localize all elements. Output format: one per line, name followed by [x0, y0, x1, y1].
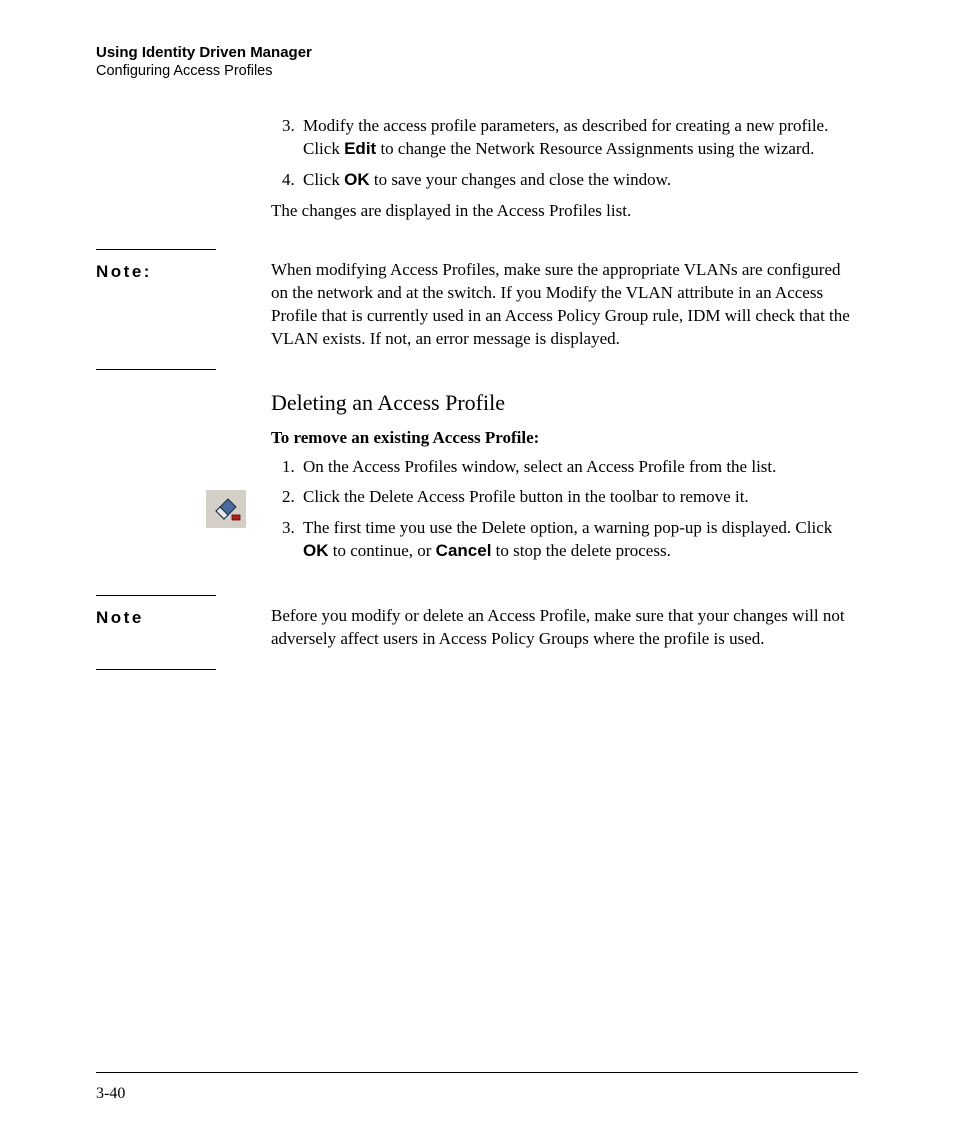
note-rule-row [96, 357, 858, 370]
delete-steps: On the Access Profiles window, select an… [271, 456, 858, 479]
page-number: 3-40 [96, 1085, 125, 1103]
steps-upper: On the Access Profiles window, select an… [96, 456, 858, 487]
running-header: Using Identity Driven Manager Configurin… [96, 44, 858, 79]
section-heading-row: Deleting an Access Profile To remove an … [96, 370, 858, 456]
ok-label: OK [344, 170, 370, 189]
note-body: When modifying Access Profiles, make sur… [271, 259, 858, 351]
page-content: Modify the access profile parameters, as… [96, 115, 858, 670]
note-label: Note: [96, 262, 271, 282]
header-subtitle: Configuring Access Profiles [96, 63, 858, 79]
section-heading: Deleting an Access Profile [271, 390, 858, 416]
delete-steps-cont: Click the Delete Access Profile button i… [271, 486, 858, 563]
intro-block: Modify the access profile parameters, as… [96, 115, 858, 229]
cancel-label: Cancel [436, 541, 492, 560]
note-rule-row [96, 657, 858, 670]
list-item: Click the Delete Access Profile button i… [299, 486, 858, 509]
header-title: Using Identity Driven Manager [96, 44, 858, 61]
list-item: Modify the access profile parameters, as… [299, 115, 858, 161]
page: Using Identity Driven Manager Configurin… [0, 0, 954, 1145]
section-subheading: To remove an existing Access Profile: [271, 428, 858, 448]
ok-label: OK [303, 541, 329, 560]
delete-profile-icon [206, 490, 246, 528]
note-block: Note: When modifying Access Profiles, ma… [96, 249, 858, 357]
footer-rule [96, 1072, 858, 1073]
rule [96, 669, 216, 670]
list-item: The first time you use the Delete option… [299, 517, 858, 563]
steps-icon-row: Click the Delete Access Profile button i… [96, 486, 858, 571]
rule [96, 249, 216, 250]
list-item: On the Access Profiles window, select an… [299, 456, 858, 479]
intro-paragraph: The changes are displayed in the Access … [271, 200, 858, 223]
note-body: Before you modify or delete an Access Pr… [271, 605, 858, 651]
list-item: Click OK to save your changes and close … [299, 169, 858, 192]
note-block: Note Before you modify or delete an Acce… [96, 595, 858, 657]
note-label: Note [96, 608, 271, 628]
intro-steps: Modify the access profile parameters, as… [271, 115, 858, 192]
rule [96, 595, 216, 596]
edit-label: Edit [344, 139, 376, 158]
